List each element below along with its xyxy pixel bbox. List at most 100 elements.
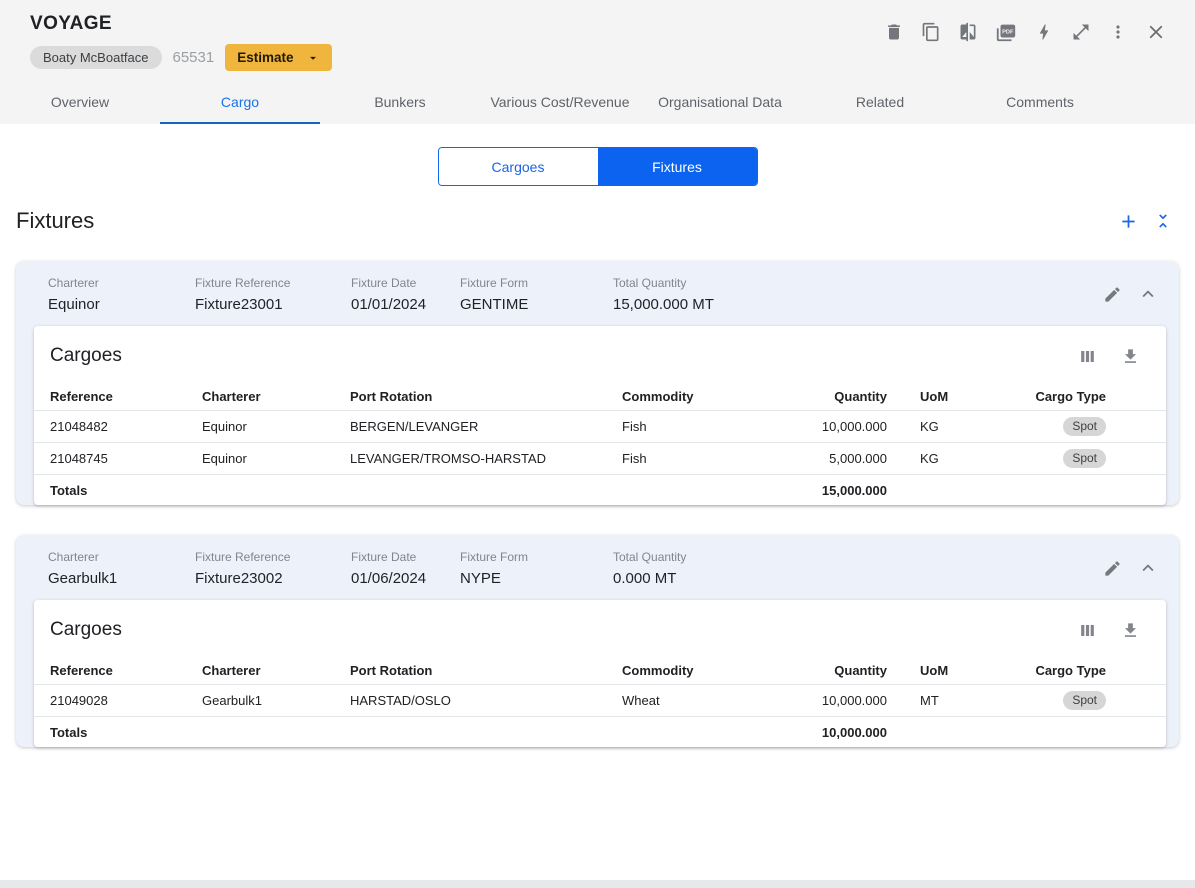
cargoes-table: Reference Charterer Port Rotation Commod… bbox=[34, 657, 1166, 747]
cell-quantity: 10,000.000 bbox=[821, 419, 887, 434]
cargoes-card-title: Cargoes bbox=[50, 345, 122, 366]
tab-comments[interactable]: Comments bbox=[960, 79, 1120, 124]
col-reference: Reference bbox=[50, 389, 113, 404]
tab-various-cost-revenue[interactable]: Various Cost/Revenue bbox=[480, 79, 640, 124]
fixture-header: Charterer Gearbulk1 Fixture Reference Fi… bbox=[16, 535, 1179, 600]
cargo-type-badge: Spot bbox=[1063, 417, 1106, 436]
fixture-field-reference: Fixture Reference Fixture23002 bbox=[195, 550, 291, 587]
page-title: VOYAGE bbox=[30, 13, 112, 34]
expand-icon[interactable] bbox=[1071, 22, 1091, 42]
columns-icon[interactable] bbox=[1078, 621, 1097, 640]
cell-quantity: 5,000.000 bbox=[829, 451, 887, 466]
cell-reference: 21048482 bbox=[50, 419, 108, 434]
cell-uom: KG bbox=[920, 451, 939, 466]
fixture-header: Charterer Equinor Fixture Reference Fixt… bbox=[16, 261, 1179, 326]
bolt-icon[interactable] bbox=[1034, 22, 1054, 42]
dialog-header: VOYAGE Boaty McBoatface 65531 Estimate P… bbox=[0, 0, 1195, 124]
cargo-type-badge: Spot bbox=[1063, 449, 1106, 468]
col-quantity: Quantity bbox=[834, 663, 887, 678]
fixtures-section-actions bbox=[1118, 211, 1179, 232]
toggle-cargoes-button[interactable]: Cargoes bbox=[438, 148, 598, 185]
compare-icon[interactable] bbox=[958, 22, 978, 42]
cell-port-rotation: BERGEN/LEVANGER bbox=[350, 419, 479, 434]
col-port-rotation: Port Rotation bbox=[350, 663, 433, 678]
duplicate-icon[interactable] bbox=[921, 22, 941, 42]
totals-label: Totals bbox=[50, 724, 88, 740]
chevron-up-icon[interactable] bbox=[1137, 283, 1159, 305]
tab-overview[interactable]: Overview bbox=[0, 79, 160, 124]
delete-icon[interactable] bbox=[884, 22, 904, 42]
cargoes-table-header: Reference Charterer Port Rotation Commod… bbox=[34, 657, 1166, 684]
tab-cargo[interactable]: Cargo bbox=[160, 79, 320, 124]
tab-related[interactable]: Related bbox=[800, 79, 960, 124]
cargoes-card: Cargoes Reference Charterer Port Rotatio… bbox=[34, 600, 1166, 747]
chevron-up-icon[interactable] bbox=[1137, 557, 1159, 579]
cargo-type-badge: Spot bbox=[1063, 691, 1106, 710]
cargoes-card: Cargoes Reference Charterer Port Rotatio… bbox=[34, 326, 1166, 505]
cell-commodity: Fish bbox=[622, 419, 647, 434]
fixture-field-date: Fixture Date 01/01/2024 bbox=[351, 276, 427, 313]
cell-cargo-type: Spot bbox=[982, 691, 1150, 710]
fixture-field-charterer: Charterer Equinor bbox=[48, 276, 100, 313]
cell-port-rotation: LEVANGER/TROMSO-HARSTAD bbox=[350, 451, 546, 466]
col-quantity: Quantity bbox=[834, 389, 887, 404]
table-row[interactable]: 21048482 Equinor BERGEN/LEVANGER Fish 10… bbox=[34, 410, 1166, 442]
fixture-field-reference: Fixture Reference Fixture23001 bbox=[195, 276, 291, 313]
cell-cargo-type: Spot bbox=[982, 417, 1150, 436]
voyage-dialog: VOYAGE Boaty McBoatface 65531 Estimate P… bbox=[0, 0, 1195, 880]
col-cargo-type: Cargo Type bbox=[1035, 663, 1106, 678]
cell-uom: MT bbox=[920, 693, 939, 708]
columns-icon[interactable] bbox=[1078, 347, 1097, 366]
cell-commodity: Fish bbox=[622, 451, 647, 466]
col-cargo-type: Cargo Type bbox=[1035, 389, 1106, 404]
cargoes-table-header: Reference Charterer Port Rotation Commod… bbox=[34, 383, 1166, 410]
col-commodity: Commodity bbox=[622, 663, 694, 678]
estimate-button-label: Estimate bbox=[237, 50, 294, 65]
download-icon[interactable] bbox=[1121, 347, 1140, 366]
col-commodity: Commodity bbox=[622, 389, 694, 404]
title-block: VOYAGE Boaty McBoatface 65531 Estimate bbox=[30, 13, 332, 71]
edit-icon[interactable] bbox=[1103, 285, 1122, 304]
fixture-card: Charterer Equinor Fixture Reference Fixt… bbox=[16, 261, 1179, 505]
add-icon[interactable] bbox=[1118, 211, 1139, 232]
collapse-all-icon[interactable] bbox=[1153, 211, 1173, 231]
fixture-field-date: Fixture Date 01/06/2024 bbox=[351, 550, 427, 587]
col-reference: Reference bbox=[50, 663, 113, 678]
col-charterer: Charterer bbox=[202, 663, 261, 678]
table-row[interactable]: 21049028 Gearbulk1 HARSTAD/OSLO Wheat 10… bbox=[34, 684, 1166, 716]
fixture-field-total-quantity: Total Quantity 0.000 MT bbox=[613, 550, 687, 587]
toggle-fixtures-button[interactable]: Fixtures bbox=[597, 148, 757, 185]
cell-quantity: 10,000.000 bbox=[821, 693, 887, 708]
fixture-card: Charterer Gearbulk1 Fixture Reference Fi… bbox=[16, 535, 1179, 747]
totals-row: Totals 10,000.000 bbox=[34, 716, 1166, 747]
cargoes-table: Reference Charterer Port Rotation Commod… bbox=[34, 383, 1166, 505]
pdf-icon[interactable]: PDF bbox=[995, 21, 1017, 43]
cell-port-rotation: HARSTAD/OSLO bbox=[350, 693, 451, 708]
fixture-field-total-quantity: Total Quantity 15,000.000 MT bbox=[613, 276, 714, 313]
more-vert-icon[interactable] bbox=[1108, 22, 1128, 42]
estimate-button[interactable]: Estimate bbox=[225, 44, 332, 71]
tab-bunkers[interactable]: Bunkers bbox=[320, 79, 480, 124]
col-charterer: Charterer bbox=[202, 389, 261, 404]
table-row[interactable]: 21048745 Equinor LEVANGER/TROMSO-HARSTAD… bbox=[34, 442, 1166, 474]
cell-charterer: Gearbulk1 bbox=[202, 693, 262, 708]
cell-charterer: Equinor bbox=[202, 419, 247, 434]
totals-label: Totals bbox=[50, 482, 88, 498]
cargoes-fixtures-toggle: Cargoes Fixtures bbox=[437, 147, 758, 186]
tab-organisational-data[interactable]: Organisational Data bbox=[640, 79, 800, 124]
fixture-field-charterer: Charterer Gearbulk1 bbox=[48, 550, 118, 587]
cell-uom: KG bbox=[920, 419, 939, 434]
caret-down-icon bbox=[306, 51, 320, 65]
cell-commodity: Wheat bbox=[622, 693, 660, 708]
cell-charterer: Equinor bbox=[202, 451, 247, 466]
cargo-tab-content: Cargoes Fixtures Fixtures Charterer Equi… bbox=[0, 124, 1195, 747]
edit-icon[interactable] bbox=[1103, 559, 1122, 578]
totals-row: Totals 15,000.000 bbox=[34, 474, 1166, 505]
col-uom: UoM bbox=[920, 663, 949, 678]
vessel-chip: Boaty McBoatface bbox=[30, 46, 162, 69]
close-icon[interactable] bbox=[1145, 21, 1167, 43]
fixture-field-form: Fixture Form GENTIME bbox=[460, 276, 529, 313]
totals-quantity: 10,000.000 bbox=[821, 724, 887, 740]
svg-text:PDF: PDF bbox=[1002, 30, 1014, 36]
download-icon[interactable] bbox=[1121, 621, 1140, 640]
